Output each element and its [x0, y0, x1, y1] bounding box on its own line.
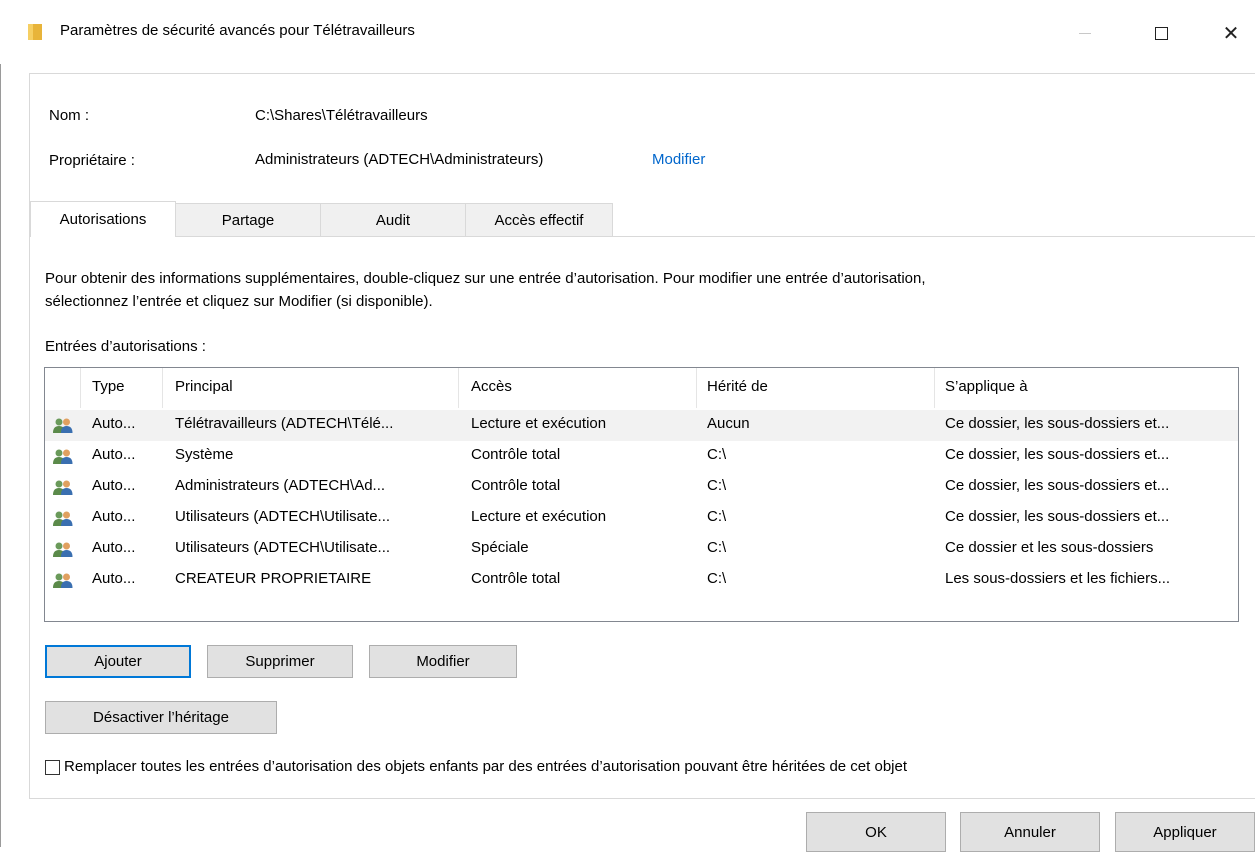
cell-applies: Ce dossier, les sous-dossiers et... [945, 477, 1170, 494]
cell-access: Contrôle total [471, 477, 561, 494]
description-line-2: sélectionnez l’entrée et cliquez sur Mod… [45, 293, 433, 310]
cell-inherited: Aucun [707, 415, 750, 432]
title-bar[interactable]: Paramètres de sécurité avancés pour Télé… [0, 0, 1255, 64]
close-icon: ✕ [1222, 22, 1240, 45]
column-separator [934, 368, 935, 408]
cell-inherited: C:\ [707, 446, 727, 463]
users-group-icon [53, 573, 73, 588]
close-button[interactable]: ✕ [1208, 14, 1254, 52]
users-group-icon [53, 542, 73, 557]
cell-access: Contrôle total [471, 446, 561, 463]
apply-button[interactable]: Appliquer [1115, 812, 1255, 852]
cell-access: Contrôle total [471, 570, 561, 587]
maximize-icon [1154, 26, 1168, 40]
users-group-icon [53, 418, 73, 433]
owner-label: Propriétaire : [49, 152, 135, 169]
disable-inheritance-button[interactable]: Désactiver l’héritage [45, 701, 277, 734]
cell-principal: Utilisateurs (ADTECH\Utilisate... [175, 508, 391, 525]
cell-principal: Télétravailleurs (ADTECH\Télé... [175, 415, 394, 432]
cell-type: Auto... [92, 508, 136, 525]
tab-partage[interactable]: Partage [175, 203, 321, 236]
cell-inherited: C:\ [707, 508, 727, 525]
table-row[interactable]: Auto... Utilisateurs (ADTECH\Utilisate...… [45, 534, 1238, 565]
table-row[interactable]: Auto... Système Contrôle total C:\ Ce dossie… [45, 441, 1238, 472]
cell-principal: Utilisateurs (ADTECH\Utilisate... [175, 539, 391, 556]
cell-type: Auto... [92, 415, 136, 432]
column-header-applies[interactable]: S’applique à [945, 378, 1028, 395]
cell-applies: Ce dossier, les sous-dossiers et... [945, 415, 1170, 432]
minimize-icon [1079, 32, 1091, 34]
column-header-type[interactable]: Type [92, 378, 125, 395]
cell-inherited: C:\ [707, 570, 727, 587]
remove-button[interactable]: Supprimer [207, 645, 353, 678]
minimize-button[interactable] [1062, 14, 1108, 52]
ok-button[interactable]: OK [806, 812, 946, 852]
description-line-1: Pour obtenir des informations supplément… [45, 270, 926, 287]
tab-audit[interactable]: Audit [320, 203, 466, 236]
column-separator [162, 368, 163, 408]
add-button[interactable]: Ajouter [45, 645, 191, 678]
table-row[interactable]: Auto... Utilisateurs (ADTECH\Utilisate...… [45, 503, 1238, 534]
column-separator [80, 368, 81, 408]
users-group-icon [53, 449, 73, 464]
replace-child-permissions-checkbox[interactable] [45, 760, 60, 775]
column-header-access[interactable]: Accès [471, 378, 512, 395]
column-separator [458, 368, 459, 408]
cell-type: Auto... [92, 446, 136, 463]
users-group-icon [53, 480, 73, 495]
users-group-icon [53, 511, 73, 526]
replace-child-permissions-label[interactable]: Remplacer toutes les entrées d’autorisat… [64, 758, 907, 775]
owner-value: Administrateurs (ADTECH\Administrateurs) [255, 151, 544, 168]
table-row[interactable]: Auto... Télétravailleurs (ADTECH\Télé... L… [45, 410, 1238, 441]
cell-inherited: C:\ [707, 539, 727, 556]
cell-access: Lecture et exécution [471, 508, 607, 525]
column-header-inherited[interactable]: Hérité de [707, 378, 768, 395]
cell-type: Auto... [92, 570, 136, 587]
cell-applies: Les sous-dossiers et les fichiers... [945, 570, 1171, 587]
name-label: Nom : [49, 107, 90, 124]
table-row[interactable]: Auto... Administrateurs (ADTECH\Ad... Cont… [45, 472, 1238, 503]
column-header-principal[interactable]: Principal [175, 378, 233, 395]
name-value: C:\Shares\Télétravailleurs [255, 107, 428, 124]
table-row[interactable]: Auto... CREATEUR PROPRIETAIRE Contrôle tot… [45, 565, 1238, 596]
column-separator [696, 368, 697, 408]
cell-inherited: C:\ [707, 477, 727, 494]
folder-icon [28, 24, 42, 40]
tab-divider [30, 236, 1255, 237]
window-title: Paramètres de sécurité avancés pour Télé… [60, 22, 415, 39]
cancel-button[interactable]: Annuler [960, 812, 1100, 852]
cell-access: Lecture et exécution [471, 415, 607, 432]
cell-principal: CREATEUR PROPRIETAIRE [175, 570, 372, 587]
cell-type: Auto... [92, 477, 136, 494]
cell-type: Auto... [92, 539, 136, 556]
cell-applies: Ce dossier, les sous-dossiers et... [945, 508, 1170, 525]
entries-label: Entrées d’autorisations : [45, 338, 206, 355]
cell-principal: Administrateurs (ADTECH\Ad... [175, 477, 386, 494]
cell-applies: Ce dossier, les sous-dossiers et... [945, 446, 1170, 463]
cell-principal: Système [175, 446, 234, 463]
edit-button[interactable]: Modifier [369, 645, 517, 678]
owner-modify-link[interactable]: Modifier [652, 151, 705, 168]
tab-acces-effectif[interactable]: Accès effectif [465, 203, 613, 236]
cell-applies: Ce dossier et les sous-dossiers [945, 539, 1154, 556]
tab-autorisations[interactable]: Autorisations [30, 201, 176, 237]
cell-access: Spéciale [471, 539, 529, 556]
maximize-button[interactable] [1138, 14, 1184, 52]
